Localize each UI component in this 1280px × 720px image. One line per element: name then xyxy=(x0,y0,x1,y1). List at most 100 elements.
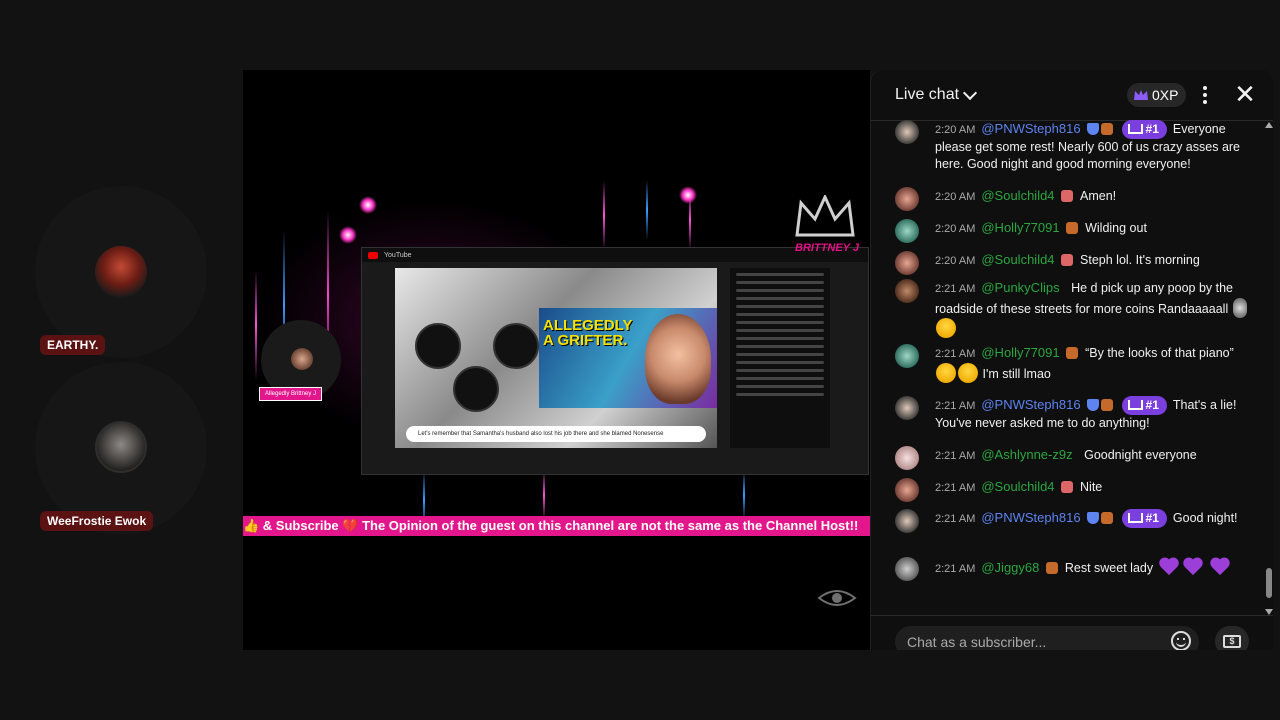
embedded-screen-share: YouTube ALLEGEDLY A GRIFTER. Let's rememb… xyxy=(361,247,869,475)
message-time: 2:21 AM xyxy=(935,482,976,494)
chat-title: Live chat xyxy=(895,86,960,103)
message-time: 2:20 AM xyxy=(935,223,976,235)
member-badge-icon xyxy=(1101,123,1114,135)
light-streak xyxy=(743,470,745,520)
participant-name-tag: EARTHY. xyxy=(40,335,106,355)
user-avatar xyxy=(895,279,919,303)
user-avatar xyxy=(895,396,919,420)
user-avatar xyxy=(895,344,919,368)
chevron-down-icon xyxy=(962,85,978,100)
light-orb xyxy=(679,186,697,204)
chat-mode-dropdown[interactable]: Live chat xyxy=(895,85,978,104)
channel-watermark-icon xyxy=(817,590,857,606)
message-text: Rest sweet lady xyxy=(1064,561,1154,575)
message-author[interactable]: @Soulchild4 xyxy=(981,252,1054,267)
chat-message: 2:21 AM @PNWSteph816 #1 Good night! xyxy=(895,509,1255,533)
light-streak xyxy=(646,180,648,240)
member-badge-icon xyxy=(1066,222,1079,234)
crown-icon xyxy=(1127,400,1143,410)
chat-message: 2:20 AM @PNWSteph816 #1 Everyone please ge… xyxy=(895,120,1255,173)
stream-ticker: 👍 & Subscribe 💔 The Opinion of the guest… xyxy=(243,516,870,536)
user-avatar xyxy=(895,478,919,502)
chat-message-list[interactable]: 2:20 AM @PNWSteph816 #1 Everyone please ge… xyxy=(871,120,1263,615)
user-avatar xyxy=(895,557,919,581)
grifter-overlay-text: ALLEGEDLY A GRIFTER. xyxy=(543,317,633,349)
verified-icon xyxy=(1087,512,1100,524)
super-chat-button[interactable]: $ xyxy=(1215,626,1249,650)
message-author[interactable]: @Holly77091 xyxy=(981,220,1059,235)
message-time: 2:21 AM xyxy=(935,400,976,412)
laughing-emoji-icon xyxy=(936,363,956,383)
member-badge-icon xyxy=(1066,347,1079,359)
purple-heart-emoji-icon xyxy=(1182,557,1204,577)
laughing-emoji-icon xyxy=(936,318,956,338)
participant-name-tag: WeeFrostie Ewok xyxy=(40,511,154,531)
message-text-continued: I'm still lmao xyxy=(982,367,1051,381)
host-face-image xyxy=(291,348,313,370)
member-badge-icon xyxy=(1061,254,1074,266)
allegedly-grifter-graphic: ALLEGEDLY A GRIFTER. xyxy=(539,308,717,408)
chat-message: 2:20 AM @Holly77091 Wilding out xyxy=(895,219,1255,243)
member-badge-icon xyxy=(1101,512,1114,524)
embedded-cam-circle xyxy=(453,366,499,412)
embedded-chat-panel xyxy=(730,268,830,448)
xp-value: 0XP xyxy=(1152,87,1179,103)
member-badge-icon xyxy=(1061,481,1074,493)
youtube-logo-icon xyxy=(368,251,378,259)
rank-badge: #1 xyxy=(1121,120,1167,139)
purple-heart-emoji-icon xyxy=(1158,557,1180,577)
brand-text: BRITTNEY J xyxy=(795,242,859,254)
message-time: 2:20 AM xyxy=(935,191,976,203)
message-author[interactable]: @Soulchild4 xyxy=(981,479,1054,494)
user-avatar xyxy=(895,251,919,275)
message-time: 2:21 AM xyxy=(935,283,976,295)
message-author[interactable]: @Holly77091 xyxy=(981,345,1059,360)
message-author[interactable]: @Soulchild4 xyxy=(981,188,1054,203)
message-text: Good night! xyxy=(1172,511,1238,525)
message-text: He d pick up any poop by the roadside of… xyxy=(935,281,1233,316)
member-badge-icon xyxy=(1101,399,1114,411)
message-text: Goodnight everyone xyxy=(1084,448,1197,462)
user-avatar xyxy=(895,509,919,533)
message-author[interactable]: @PNWSteph816 xyxy=(981,397,1080,412)
message-author[interactable]: @PunkyClips xyxy=(981,280,1059,295)
scroll-up-arrow-icon[interactable] xyxy=(1265,122,1273,128)
crown-icon xyxy=(1127,124,1143,134)
user-avatar xyxy=(895,446,919,470)
embedded-top-bar: YouTube xyxy=(362,248,868,262)
dollar-bill-icon: $ xyxy=(1223,635,1241,648)
crown-logo-icon xyxy=(795,195,855,237)
message-author[interactable]: @Jiggy68 xyxy=(981,560,1039,575)
close-chat-button[interactable]: ✕ xyxy=(1233,81,1257,107)
chat-input[interactable] xyxy=(895,626,1199,650)
message-author[interactable]: @PNWSteph816 xyxy=(981,121,1080,136)
scrollbar-thumb[interactable] xyxy=(1266,568,1272,598)
message-time: 2:20 AM xyxy=(935,255,976,267)
verified-icon xyxy=(1087,399,1100,411)
verified-icon xyxy=(1087,123,1100,135)
purple-heart-emoji-icon xyxy=(1209,557,1231,577)
stream-video[interactable]: YouTube ALLEGEDLY A GRIFTER. Let's rememb… xyxy=(243,70,870,650)
laughing-emoji-icon xyxy=(958,363,978,383)
chat-input-row: $ xyxy=(871,615,1273,650)
message-time: 2:21 AM xyxy=(935,513,976,525)
more-options-button[interactable] xyxy=(1193,84,1217,106)
chat-scrollbar[interactable] xyxy=(1265,120,1273,615)
member-badge-icon xyxy=(1061,190,1074,202)
rank-label: #1 xyxy=(1145,122,1159,136)
message-author[interactable]: @Ashlynne-z9z xyxy=(981,447,1072,462)
emoji-picker-icon[interactable] xyxy=(1171,631,1191,650)
xp-badge[interactable]: 0XP xyxy=(1127,83,1187,107)
host-name-tag: Allegedly Brittney J xyxy=(259,387,323,401)
message-text: Amen! xyxy=(1080,189,1117,203)
embedded-cam-circle xyxy=(493,323,539,369)
embedded-cam-circle xyxy=(415,323,461,369)
chat-message: 2:20 AM @Soulchild4 Steph lol. It's morni… xyxy=(895,251,1255,275)
message-time: 2:20 AM xyxy=(935,124,976,136)
rank-badge: #1 xyxy=(1121,396,1167,415)
rank-badge: #1 xyxy=(1121,509,1167,528)
embedded-site-name: YouTube xyxy=(384,251,412,259)
crown-icon xyxy=(1127,513,1143,523)
chat-message: 2:21 AM @Soulchild4 Nite xyxy=(895,478,1255,502)
message-author[interactable]: @PNWSteph816 xyxy=(981,510,1080,525)
